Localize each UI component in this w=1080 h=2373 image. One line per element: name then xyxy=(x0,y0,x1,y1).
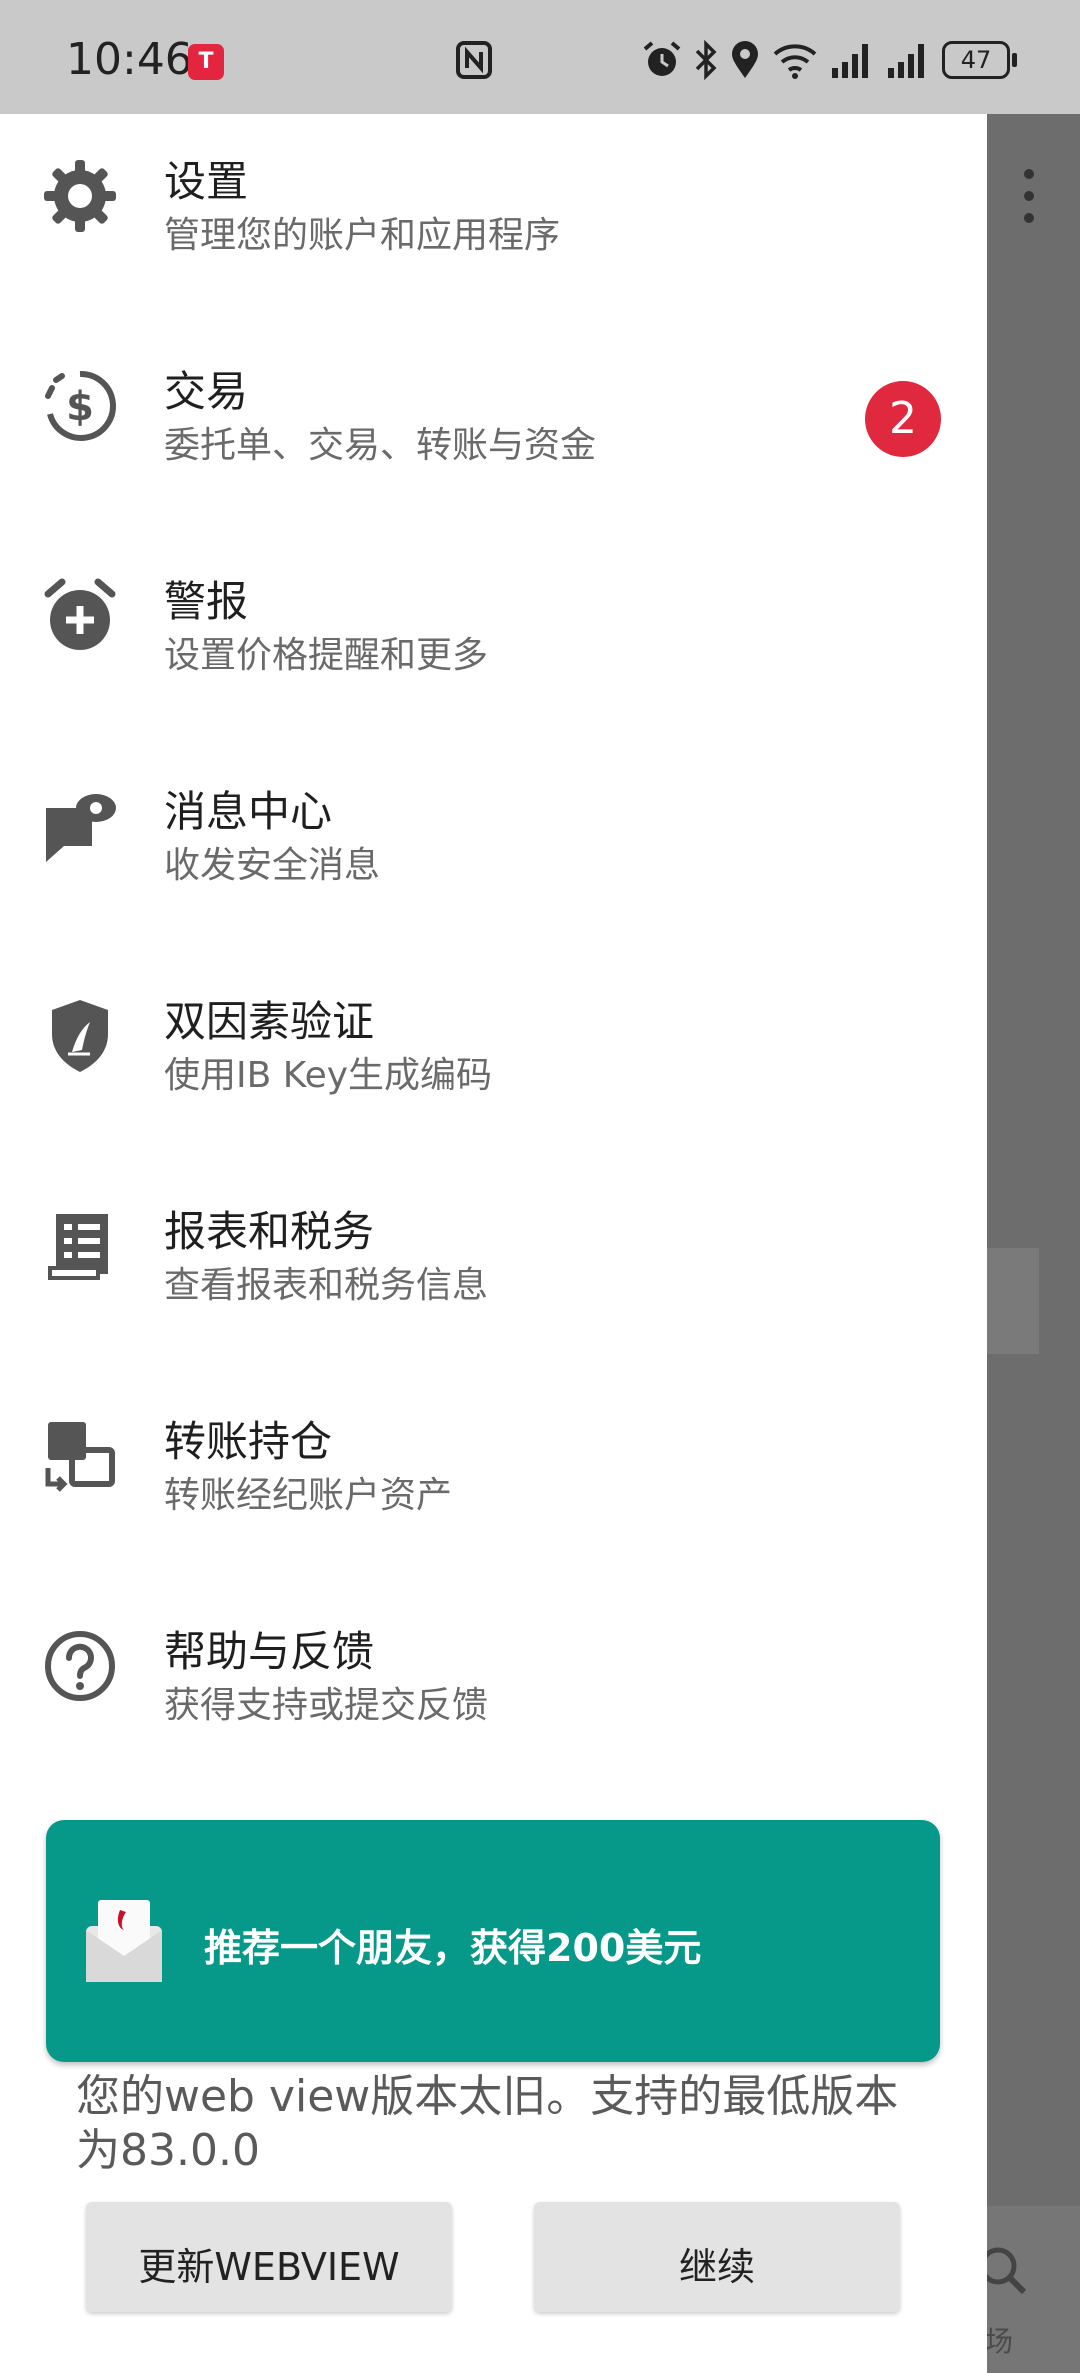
menu-item-title: 报表和税务 xyxy=(164,1207,375,1256)
svg-text:$: $ xyxy=(66,384,94,430)
menu-item-subtitle: 查看报表和税务信息 xyxy=(164,1265,489,1306)
nfc-icon xyxy=(456,41,492,79)
webview-warning-message: 您的web view版本太旧。支持的最低版本为83.0.0 xyxy=(76,2071,899,2176)
menu-item-help-feedback[interactable]: 帮助与反馈 获得支持或提交反馈 xyxy=(0,1584,987,1794)
menu-item-title: 双因素验证 xyxy=(164,997,375,1046)
menu-item-subtitle: 转账经纪账户资产 xyxy=(164,1475,453,1516)
referral-promo-button[interactable]: 推荐一个朋友，获得200美元 xyxy=(46,1820,940,2062)
menu-item-title: 设置 xyxy=(164,157,249,206)
more-vert-icon[interactable] xyxy=(1015,166,1043,226)
status-bar: 10:46 T 47 xyxy=(0,0,1080,114)
bluetooth-icon xyxy=(695,40,717,80)
help-icon xyxy=(45,1631,115,1701)
menu-item-subtitle: 管理您的账户和应用程序 xyxy=(164,215,561,256)
menu-item-title: 消息中心 xyxy=(164,787,333,836)
menu-item-trades[interactable]: $ 交易 委托单、交易、转账与资金 2 xyxy=(0,324,987,534)
tesla-icon: T xyxy=(188,44,224,80)
location-icon xyxy=(732,41,758,78)
signal-icon xyxy=(888,44,924,78)
transfer-icon xyxy=(45,1422,115,1492)
battery-icon: 47 xyxy=(942,41,1017,79)
background-nav-label: 场 xyxy=(985,2325,1014,2358)
alarm-add-icon xyxy=(44,578,116,650)
menu-item-title: 交易 xyxy=(164,367,249,416)
status-time: 10:46 xyxy=(66,34,193,85)
report-icon xyxy=(48,1214,108,1280)
navigation-drawer: 设置 管理您的账户和应用程序 $ 交易 委托单、交易、转账与资金 2 警报 设置… xyxy=(0,114,987,2373)
menu-item-title: 帮助与反馈 xyxy=(164,1627,375,1676)
menu-item-title: 转账持仓 xyxy=(164,1417,333,1466)
referral-promo-label: 推荐一个朋友，获得200美元 xyxy=(204,1926,702,1970)
menu-item-title: 警报 xyxy=(164,577,249,626)
alarm-icon xyxy=(643,41,681,76)
menu-item-subtitle: 委托单、交易、转账与资金 xyxy=(164,425,597,466)
menu-item-reports[interactable]: 报表和税务 查看报表和税务信息 xyxy=(0,1164,987,1374)
dollar-history-icon: $ xyxy=(45,370,116,441)
message-eye-icon xyxy=(46,794,116,862)
wifi-icon xyxy=(773,44,817,79)
gear-icon xyxy=(44,160,116,232)
background-card xyxy=(987,1248,1039,1354)
signal-icon xyxy=(832,44,868,78)
menu-item-subtitle: 收发安全消息 xyxy=(164,845,381,886)
menu-item-transfer-positions[interactable]: 转账持仓 转账经纪账户资产 xyxy=(0,1374,987,1584)
menu-item-subtitle: 使用IB Key生成编码 xyxy=(164,1055,493,1096)
system-icons: 47 xyxy=(642,36,1017,84)
shield-key-icon xyxy=(52,1000,108,1072)
menu-item-alerts[interactable]: 警报 设置价格提醒和更多 xyxy=(0,534,987,744)
update-webview-button[interactable]: 更新WEBVIEW xyxy=(86,2202,452,2312)
menu-item-two-factor[interactable]: 双因素验证 使用IB Key生成编码 xyxy=(0,954,987,1164)
menu-item-subtitle: 设置价格提醒和更多 xyxy=(164,635,489,676)
notification-badge: 2 xyxy=(865,381,941,457)
continue-button[interactable]: 继续 xyxy=(534,2202,900,2312)
menu-item-message-center[interactable]: 消息中心 收发安全消息 xyxy=(0,744,987,954)
menu-item-settings[interactable]: 设置 管理您的账户和应用程序 xyxy=(0,114,987,324)
background-app-scrim[interactable] xyxy=(987,114,1080,2373)
menu-item-subtitle: 获得支持或提交反馈 xyxy=(164,1685,489,1726)
envelope-icon xyxy=(86,1900,162,1982)
